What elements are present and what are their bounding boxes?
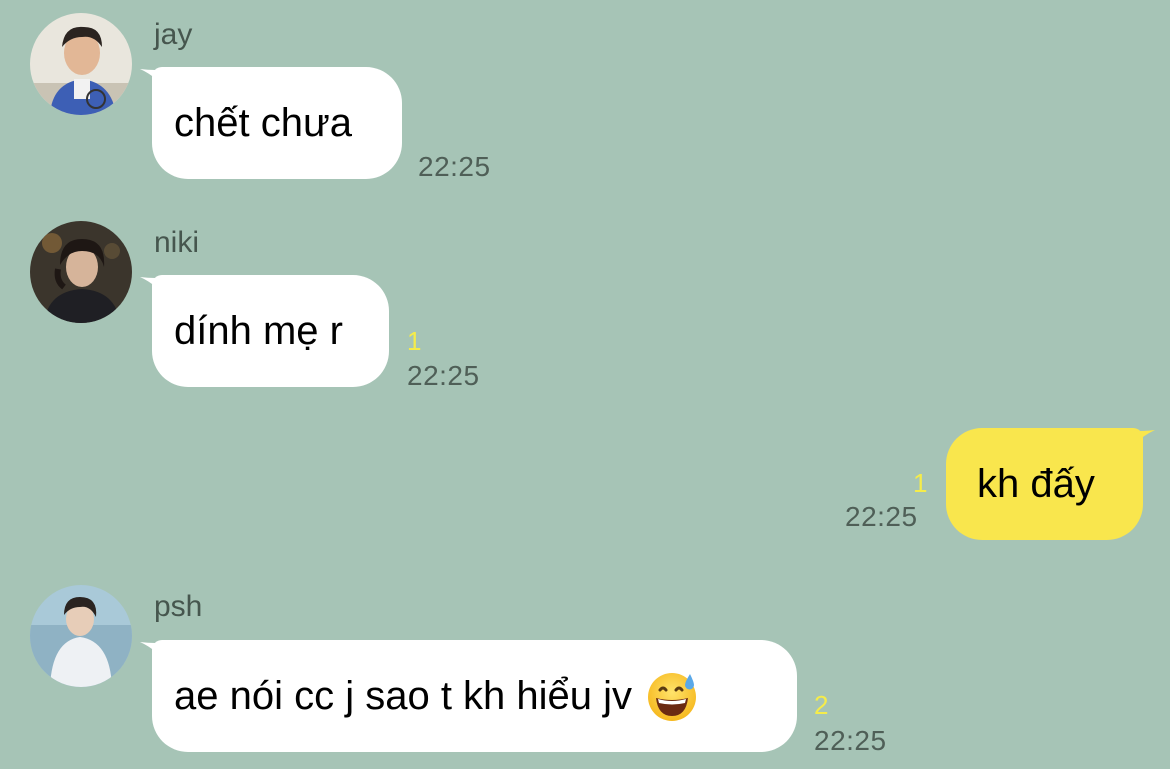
sender-name: jay	[154, 18, 193, 51]
message-bubble[interactable]: dính mẹ r	[140, 275, 389, 387]
bubble-tail-icon	[140, 69, 170, 95]
bubble-tail-icon	[140, 277, 170, 303]
message-timestamp: 22:25	[845, 501, 918, 532]
message-bubble[interactable]: ae nói cc j sao t kh hiểu jv	[140, 640, 797, 752]
message-text: ae nói cc j sao t kh hiểu jv	[174, 673, 633, 718]
message-text: kh đấy	[977, 461, 1095, 506]
avatar-jay[interactable]	[30, 13, 132, 115]
bubble-tail-icon	[140, 642, 170, 668]
unread-count: 1	[913, 468, 928, 498]
message-timestamp: 22:25	[407, 360, 480, 391]
grinning-sweat-emoji-icon	[648, 673, 697, 721]
unread-count: 2	[814, 690, 829, 720]
sender-name: niki	[154, 226, 200, 259]
message-timestamp: 22:25	[814, 725, 887, 756]
avatar-psh[interactable]	[30, 585, 132, 687]
avatar-niki[interactable]	[30, 221, 132, 323]
unread-count: 1	[407, 326, 422, 356]
message-text: chết chưa	[174, 100, 352, 145]
message-bubble[interactable]: chết chưa	[140, 67, 402, 179]
avatar-niki-icon	[30, 221, 132, 323]
avatar-jay-icon	[30, 13, 132, 115]
message-text: dính mẹ r	[174, 308, 343, 353]
bubble-tail-icon	[1125, 430, 1155, 456]
avatar-psh-icon	[30, 585, 132, 687]
message-timestamp: 22:25	[418, 151, 491, 182]
sender-name: psh	[154, 590, 203, 623]
message-bubble[interactable]: kh đấy	[946, 428, 1155, 540]
